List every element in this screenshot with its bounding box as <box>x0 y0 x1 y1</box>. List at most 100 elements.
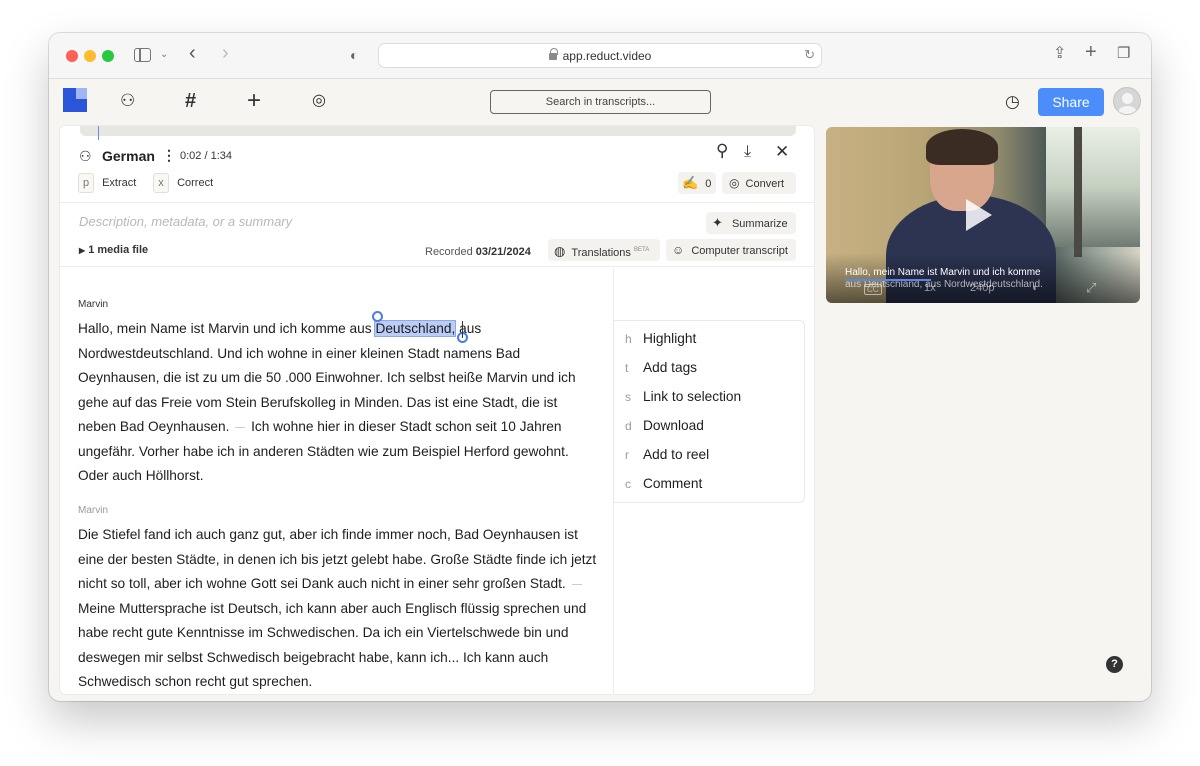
recorded-info: Recorded 03/21/2024 <box>425 246 531 258</box>
correct-action[interactable]: x Correct <box>153 172 223 194</box>
forward-icon[interactable]: › <box>222 43 229 63</box>
media-file-label: 1 media file <box>88 244 149 256</box>
fullscreen-icon[interactable]: ⤢ <box>1086 280 1096 296</box>
share-button[interactable]: Share <box>1038 88 1104 116</box>
menu-item-add-tags[interactable]: t Add tags <box>614 355 806 381</box>
more-options-icon[interactable]: ⋮ <box>162 147 176 163</box>
chat-search-icon[interactable]: ◎ <box>312 90 326 112</box>
user-avatar[interactable] <box>1113 87 1141 115</box>
shield-icon[interactable]: ◐ <box>350 47 358 63</box>
recorded-label: Recorded <box>425 246 473 258</box>
transcript-paragraph[interactable]: Die Stiefel fand ich auch ganz gut, aber… <box>78 523 598 694</box>
search-icon[interactable]: ⚲ <box>716 142 728 159</box>
menu-item-label: Download <box>643 418 704 433</box>
pause-marker <box>235 427 246 431</box>
maximize-window-button[interactable] <box>102 50 114 62</box>
description-input[interactable]: Description, metadata, or a summary <box>79 214 292 229</box>
video-player[interactable]: Hallo, mein Name ist Marvin und ich komm… <box>826 127 1140 303</box>
video-quality[interactable]: 240p <box>970 282 994 294</box>
reload-icon[interactable]: ↻ <box>804 47 815 63</box>
divider <box>60 202 814 203</box>
beta-badge: BETA <box>633 247 650 253</box>
menu-item-highlight[interactable]: h Highlight <box>614 326 806 352</box>
transcript-search-input[interactable]: Search in transcripts... <box>490 90 711 114</box>
browser-window: ⌄ ‹ › ◐ app.reduct.video ↻ ⇪ + ❐ ⚇ # + ◎… <box>49 33 1151 701</box>
correct-label: Correct <box>177 177 214 189</box>
extract-action[interactable]: p Extract <box>78 172 144 194</box>
sidebar-toggle-icon[interactable] <box>134 48 151 62</box>
address-bar[interactable]: app.reduct.video ↻ <box>378 43 822 68</box>
transcript-paragraph[interactable]: Hallo, mein Name ist Marvin und ich komm… <box>78 317 598 489</box>
transcript-text[interactable]: Meine Muttersprache ist Deutsch, ich kan… <box>78 601 586 690</box>
shortcut-key: c <box>625 477 631 491</box>
computer-transcript-button[interactable]: ☺ Computer transcript <box>666 239 796 261</box>
media-file-toggle[interactable]: ▶ 1 media file <box>79 244 148 256</box>
shortcut-key: s <box>625 390 631 404</box>
new-tab-icon[interactable]: + <box>1085 42 1097 62</box>
add-icon[interactable]: + <box>247 89 261 113</box>
volume-icon[interactable]: ◖ <box>1031 282 1038 294</box>
video-frame-person <box>926 129 998 165</box>
people-icon[interactable]: ⚇ <box>120 90 135 112</box>
transcript-text[interactable]: Die Stiefel fand ich auch ganz gut, aber… <box>78 527 596 591</box>
menu-item-label: Add to reel <box>643 447 710 462</box>
selection-start-handle[interactable] <box>372 311 383 322</box>
menu-item-download[interactable]: d Download <box>614 413 806 439</box>
summarize-label: Summarize <box>731 218 788 230</box>
extract-label: Extract <box>102 177 137 189</box>
browser-titlebar: ⌄ ‹ › ◐ app.reduct.video ↻ ⇪ + ❐ <box>49 33 1151 79</box>
menu-item-link-to-selection[interactable]: s Link to selection <box>614 384 806 410</box>
recorded-date: 03/21/2024 <box>475 246 531 258</box>
transcript-text[interactable]: Hallo, mein Name ist Marvin und ich komm… <box>78 321 375 336</box>
download-icon[interactable]: ⤓ <box>744 144 751 160</box>
captions-toggle[interactable]: CC <box>864 284 882 295</box>
video-progress-bar[interactable] <box>845 279 931 281</box>
shortcut-key: r <box>625 448 629 462</box>
playback-time: 0:02 / 1:34 <box>180 150 232 162</box>
menu-item-add-to-reel[interactable]: r Add to reel <box>614 442 806 468</box>
speaker-label[interactable]: Marvin <box>78 505 108 516</box>
minimize-window-button[interactable] <box>84 50 96 62</box>
speakers-icon[interactable]: ⚇ <box>79 148 92 164</box>
url-text: app.reduct.video <box>562 49 652 63</box>
translations-button[interactable]: ◍ Translations BETA <box>548 239 660 261</box>
help-button[interactable]: ? <box>1106 656 1123 673</box>
video-frame-window <box>1046 127 1140 247</box>
history-clock-icon[interactable]: ◷ <box>1005 91 1020 113</box>
transcript-text[interactable]: aus Nordwestdeutschland. Und ich wohne i… <box>78 321 576 434</box>
hashtag-icon[interactable]: # <box>185 90 196 112</box>
edits-counter[interactable]: ✍ 0 <box>678 172 716 194</box>
correct-key: x <box>153 173 169 193</box>
summarize-button[interactable]: ✦ Summarize <box>706 212 796 234</box>
menu-item-label: Add tags <box>643 360 698 375</box>
back-icon[interactable]: ‹ <box>189 43 196 63</box>
pause-marker <box>571 584 582 588</box>
convert-label: Convert <box>745 178 785 190</box>
share-page-icon[interactable]: ⇪ <box>1053 46 1066 62</box>
play-icon[interactable] <box>966 199 992 231</box>
menu-item-label: Highlight <box>643 331 697 346</box>
close-window-button[interactable] <box>66 50 78 62</box>
edits-count: 0 <box>705 178 712 190</box>
speaker-label[interactable]: Marvin <box>78 299 108 310</box>
reduct-logo[interactable] <box>63 88 87 112</box>
robot-icon: ☺ <box>672 243 685 257</box>
shortcut-key: h <box>625 332 632 346</box>
app-toolbar: ⚇ # + ◎ Search in transcripts... ◷ Share <box>49 79 1151 125</box>
menu-item-label: Comment <box>643 476 703 491</box>
tab-overview-icon[interactable]: ❐ <box>1117 46 1130 62</box>
convert-button[interactable]: ◎ Convert <box>722 172 796 194</box>
globe-icon: ◍ <box>554 243 566 259</box>
timeline-scrubber[interactable] <box>80 126 796 140</box>
selected-text[interactable]: Deutschland, <box>374 320 457 337</box>
playback-speed[interactable]: 1x <box>924 282 936 294</box>
selection-context-menu: h Highlight t Add tags s Link to selecti… <box>613 320 805 503</box>
lock-icon <box>548 48 558 60</box>
edit-pen-icon: ✍ <box>682 175 699 190</box>
menu-item-label: Link to selection <box>643 389 742 404</box>
video-frame-window <box>1074 127 1082 257</box>
close-icon[interactable]: ✕ <box>775 143 789 160</box>
menu-item-comment[interactable]: c Comment <box>614 471 806 497</box>
chevron-down-icon[interactable]: ⌄ <box>160 47 168 63</box>
convert-icon: ◎ <box>729 176 740 190</box>
